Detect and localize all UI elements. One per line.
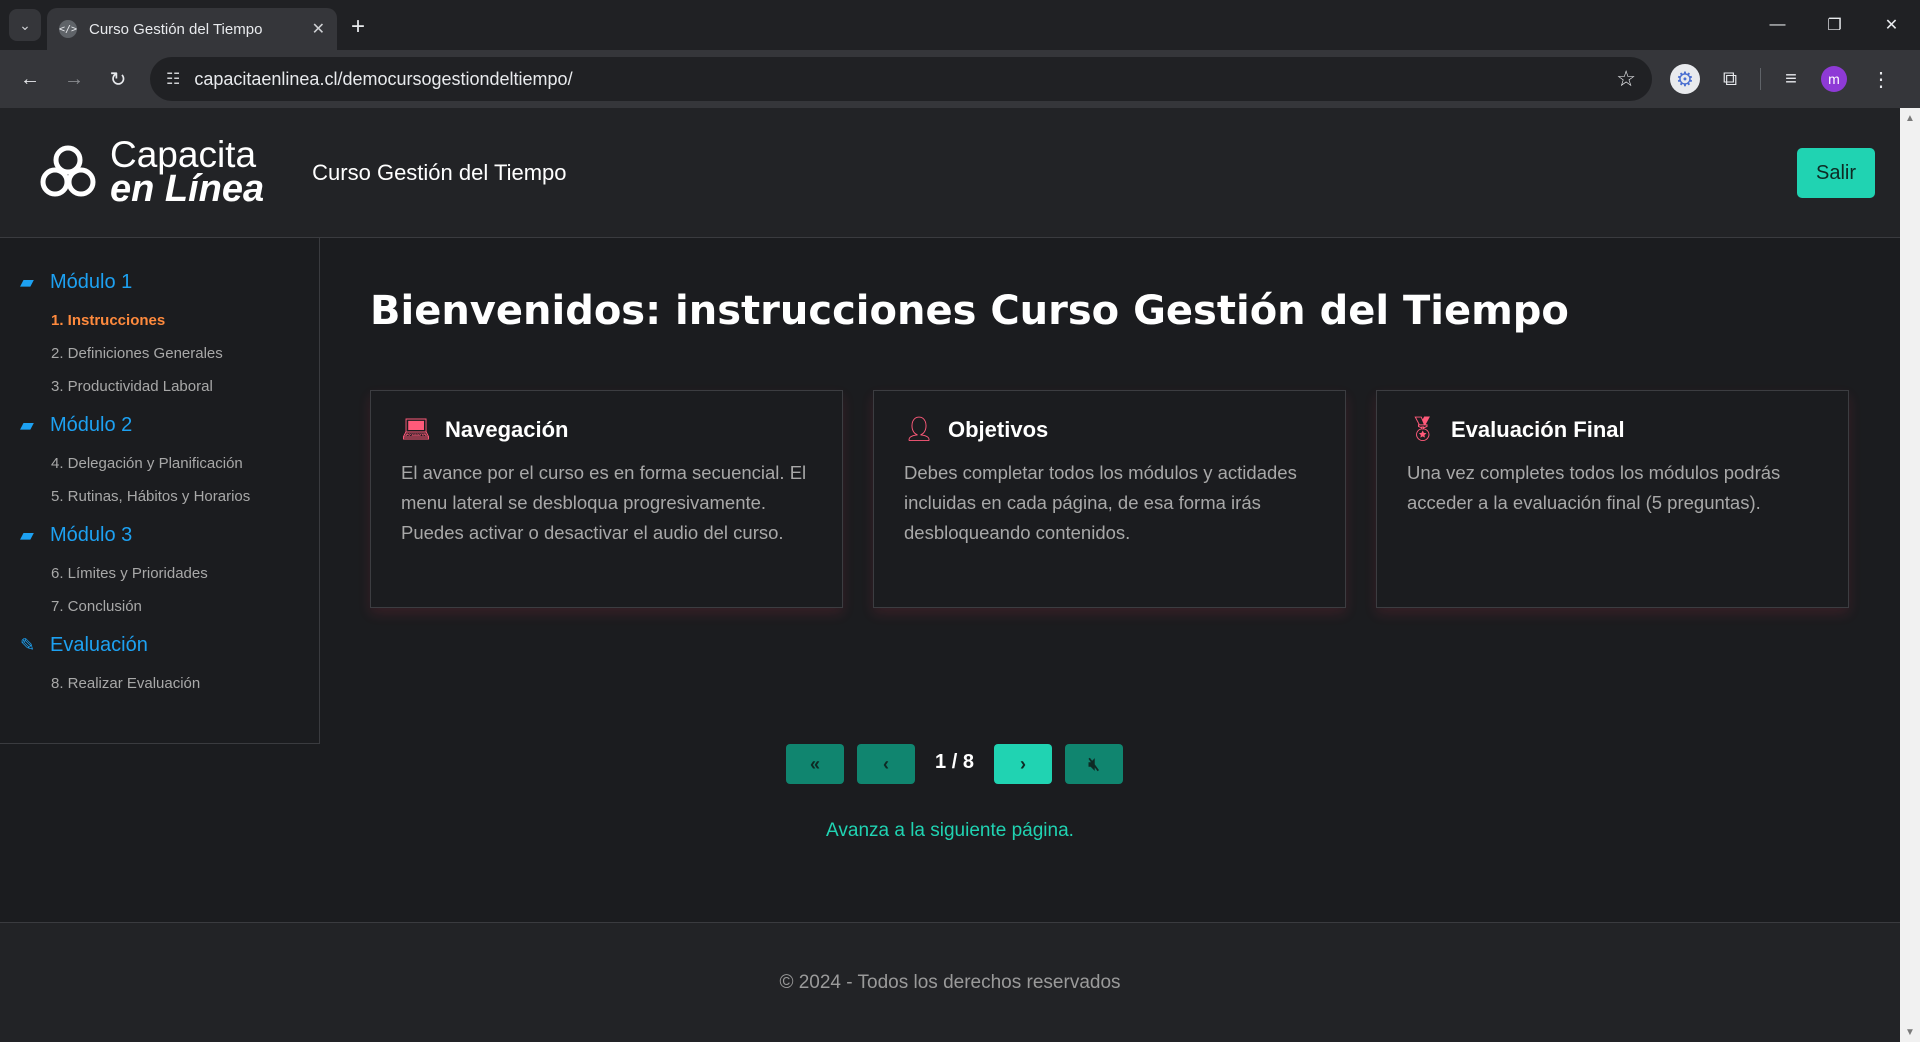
extensions-area: ⚙ ⧉ ≡ m ⋮ bbox=[1670, 63, 1911, 95]
url-text[interactable]: capacitaenlinea.cl/democursogestiondelti… bbox=[194, 69, 1616, 90]
bookmark-star-icon[interactable]: ☆ bbox=[1616, 66, 1636, 92]
volume-mute-icon: 🔇︎ bbox=[1088, 753, 1100, 774]
award-icon: 🏅︎ bbox=[1407, 416, 1438, 443]
prev-page-button[interactable]: ‹ bbox=[857, 744, 915, 784]
sidebar-item-rutinas[interactable]: 5. Rutinas, Hábitos y Horarios bbox=[0, 480, 319, 513]
card-text: El avance por el curso es en forma secue… bbox=[401, 462, 807, 543]
profile-avatar[interactable]: m bbox=[1821, 66, 1847, 92]
sidebar-module-2[interactable]: ▰ Módulo 2 bbox=[0, 403, 319, 447]
exit-button[interactable]: Salir bbox=[1797, 148, 1875, 198]
logo-wordmark: Capacita en Línea bbox=[110, 134, 265, 211]
browser-tab[interactable]: </> Curso Gestión del Tiempo ✕ bbox=[47, 8, 337, 50]
archive-icon: ▰ bbox=[20, 524, 34, 545]
module-label: Módulo 1 bbox=[50, 270, 133, 293]
sidebar-module-3[interactable]: ▰ Módulo 3 bbox=[0, 513, 319, 557]
address-bar[interactable]: ☷ capacitaenlinea.cl/democursogestiondel… bbox=[150, 57, 1652, 101]
knot-logo-icon bbox=[40, 145, 96, 197]
card-navegacion: 💻︎ Navegación El avance por el curso es … bbox=[370, 390, 843, 608]
page-scrollbar[interactable]: ▲ ▼ bbox=[1900, 108, 1920, 1042]
module-label: Módulo 2 bbox=[50, 413, 133, 436]
mute-audio-button[interactable]: 🔇︎ bbox=[1065, 744, 1123, 784]
archive-icon: ▰ bbox=[20, 271, 34, 292]
scroll-down-icon[interactable]: ▼ bbox=[1900, 1022, 1920, 1042]
sidebar-module-1[interactable]: ▰ Módulo 1 bbox=[0, 260, 319, 304]
card-title: Objetivos bbox=[948, 416, 1049, 442]
sidebar-item-definiciones[interactable]: 2. Definiciones Generales bbox=[0, 337, 319, 370]
info-cards: 💻︎ Navegación El avance por el curso es … bbox=[370, 390, 1850, 608]
close-window-icon[interactable]: ✕ bbox=[1863, 0, 1920, 50]
main-content: Bienvenidos: instrucciones Curso Gestión… bbox=[370, 238, 1850, 608]
card-title: Navegación bbox=[445, 416, 569, 442]
card-evaluacion-final: 🏅︎ Evaluación Final Una vez completes to… bbox=[1376, 390, 1849, 608]
chevron-right-icon: › bbox=[1020, 753, 1026, 774]
next-page-button[interactable]: › bbox=[994, 744, 1052, 784]
sidebar-module-evaluacion[interactable]: ✎ Evaluación bbox=[0, 623, 319, 667]
site-header: Capacita en Línea Curso Gestión del Tiem… bbox=[0, 108, 1900, 238]
browser-tab-strip: ⌄ </> Curso Gestión del Tiempo ✕ + — ❐ ✕ bbox=[0, 0, 1920, 50]
card-text: Debes completar todos los módulos y acti… bbox=[904, 462, 1297, 543]
new-tab-button[interactable]: + bbox=[351, 13, 365, 41]
chevron-left-icon: ‹ bbox=[883, 753, 889, 774]
back-arrow-icon[interactable]: ← bbox=[14, 63, 46, 95]
teacher-icon: 👤︎ bbox=[904, 416, 935, 443]
sidebar-item-delegacion[interactable]: 4. Delegación y Planificación bbox=[0, 447, 319, 480]
forward-arrow-icon[interactable]: → bbox=[58, 63, 90, 95]
close-tab-icon[interactable]: ✕ bbox=[312, 19, 325, 39]
site-logo[interactable]: Capacita en Línea bbox=[34, 134, 265, 211]
chevron-down-icon: ⌄ bbox=[19, 16, 31, 33]
kebab-menu-icon[interactable]: ⋮ bbox=[1865, 63, 1897, 95]
card-text: Una vez completes todos los módulos podr… bbox=[1407, 462, 1781, 513]
archive-icon: ▰ bbox=[20, 414, 34, 435]
toolbar-divider bbox=[1760, 68, 1761, 90]
card-title: Evaluación Final bbox=[1451, 416, 1625, 442]
sidebar-item-conclusion[interactable]: 7. Conclusión bbox=[0, 590, 319, 623]
page-navigation: « ‹ 1 / 8 › 🔇︎ bbox=[786, 744, 1123, 784]
logo-line-1: Capacita bbox=[110, 134, 257, 175]
sidebar-item-productividad[interactable]: 3. Productividad Laboral bbox=[0, 370, 319, 403]
site-settings-icon[interactable]: ☷ bbox=[166, 69, 180, 89]
minimize-icon[interactable]: — bbox=[1749, 0, 1806, 50]
restore-icon[interactable]: ❐ bbox=[1806, 0, 1863, 50]
page-viewport: Capacita en Línea Curso Gestión del Tiem… bbox=[0, 108, 1900, 1042]
window-controls: — ❐ ✕ bbox=[1749, 0, 1920, 50]
browser-toolbar: ← → ↻ ☷ capacitaenlinea.cl/democursogest… bbox=[0, 50, 1920, 108]
first-page-button[interactable]: « bbox=[786, 744, 844, 784]
module-label: Módulo 3 bbox=[50, 523, 133, 546]
sidebar-item-realizar-evaluacion[interactable]: 8. Realizar Evaluación bbox=[0, 667, 319, 700]
double-chevron-left-icon: « bbox=[809, 753, 820, 774]
sidebar-item-limites[interactable]: 6. Límites y Prioridades bbox=[0, 557, 319, 590]
course-title: Curso Gestión del Tiempo bbox=[312, 159, 567, 185]
puzzle-extensions-icon[interactable]: ⧉ bbox=[1714, 63, 1746, 95]
pen-icon: ✎ bbox=[20, 634, 36, 655]
module-label: Evaluación bbox=[50, 633, 148, 656]
tab-search-button[interactable]: ⌄ bbox=[9, 9, 41, 41]
laptop-code-icon: 💻︎ bbox=[401, 416, 432, 443]
site-footer: © 2024 - Todos los derechos reservados bbox=[0, 922, 1900, 1042]
media-controls-icon[interactable]: ≡ bbox=[1775, 63, 1807, 95]
reload-icon[interactable]: ↻ bbox=[102, 63, 134, 95]
page-title: Bienvenidos: instrucciones Curso Gestión… bbox=[370, 288, 1569, 334]
logo-line-2: en Línea bbox=[110, 168, 265, 211]
tab-title: Curso Gestión del Tiempo bbox=[89, 20, 263, 38]
code-favicon-icon: </> bbox=[59, 20, 77, 38]
sidebar-item-instrucciones[interactable]: 1. Instrucciones bbox=[0, 304, 319, 337]
gear-extension-icon[interactable]: ⚙ bbox=[1670, 64, 1700, 94]
card-objetivos: 👤︎ Objetivos Debes completar todos los m… bbox=[873, 390, 1346, 608]
scroll-up-icon[interactable]: ▲ bbox=[1900, 108, 1920, 128]
page-indicator: 1 / 8 bbox=[935, 750, 974, 773]
copyright-text: © 2024 - Todos los derechos reservados bbox=[779, 971, 1121, 993]
next-page-hint: Avanza a la siguiente página. bbox=[826, 820, 1074, 841]
course-sidebar: ▰ Módulo 1 1. Instrucciones 2. Definicio… bbox=[0, 238, 320, 744]
